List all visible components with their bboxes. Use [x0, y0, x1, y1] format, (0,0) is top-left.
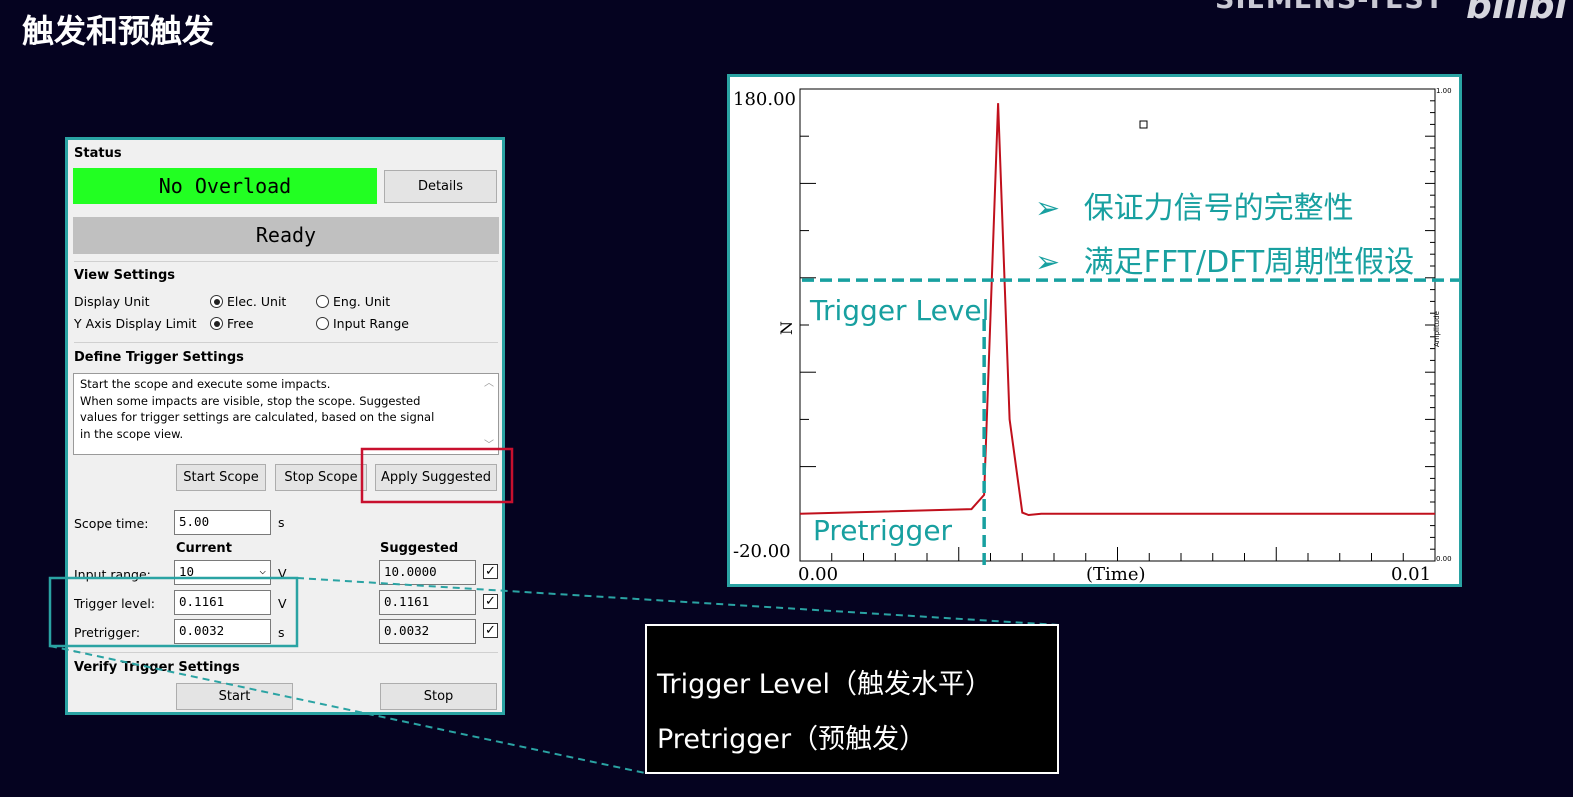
trigger-level-annotation: Trigger Level [810, 294, 990, 327]
chart-svg: 180.00 -20.00 0.00 (Time) 0.01 N 1.00 0.… [733, 87, 1459, 584]
definition-trigger-level: Trigger Level（触发水平） [657, 669, 992, 700]
right-top-label: 1.00 [1436, 87, 1452, 95]
x-axis-label: (Time) [1086, 564, 1146, 584]
definition-box: Trigger Level（触发水平） Pretrigger（预触发） [645, 624, 1059, 774]
bullet-1: ➢ 保证力信号的完整性 [1035, 183, 1354, 227]
y-axis-label: N [777, 321, 796, 335]
scope-chart: 180.00 -20.00 0.00 (Time) 0.01 N 1.00 0.… [727, 74, 1462, 587]
y-top-label: 180.00 [733, 89, 796, 110]
bullet-1-text: 保证力信号的完整性 [1083, 191, 1354, 226]
bullet-2-text: 满足FFT/DFT周期性假设 [1083, 245, 1415, 280]
x-right-label: 0.01 [1391, 564, 1431, 584]
right-axis-label: Amplitude [1433, 311, 1441, 347]
trigger-fields-highlight [48, 576, 299, 648]
y-bottom-label: -20.00 [733, 541, 791, 562]
callout-line-bottom [49, 645, 646, 774]
x-left-label: 0.00 [798, 564, 838, 584]
bullet-arrow-icon: ➢ [1035, 245, 1061, 280]
apply-suggested-highlight [360, 447, 514, 504]
bullet-2: ➢ 满足FFT/DFT周期性假设 [1035, 237, 1414, 281]
plot-group [799, 103, 1459, 569]
pretrigger-annotation: Pretrigger [813, 514, 953, 547]
definition-pretrigger: Pretrigger（预触发） [657, 724, 927, 755]
right-bottom-label: 0.00 [1436, 555, 1452, 563]
cursor-marker [1139, 120, 1148, 129]
bullet-arrow-icon: ➢ [1035, 191, 1061, 226]
